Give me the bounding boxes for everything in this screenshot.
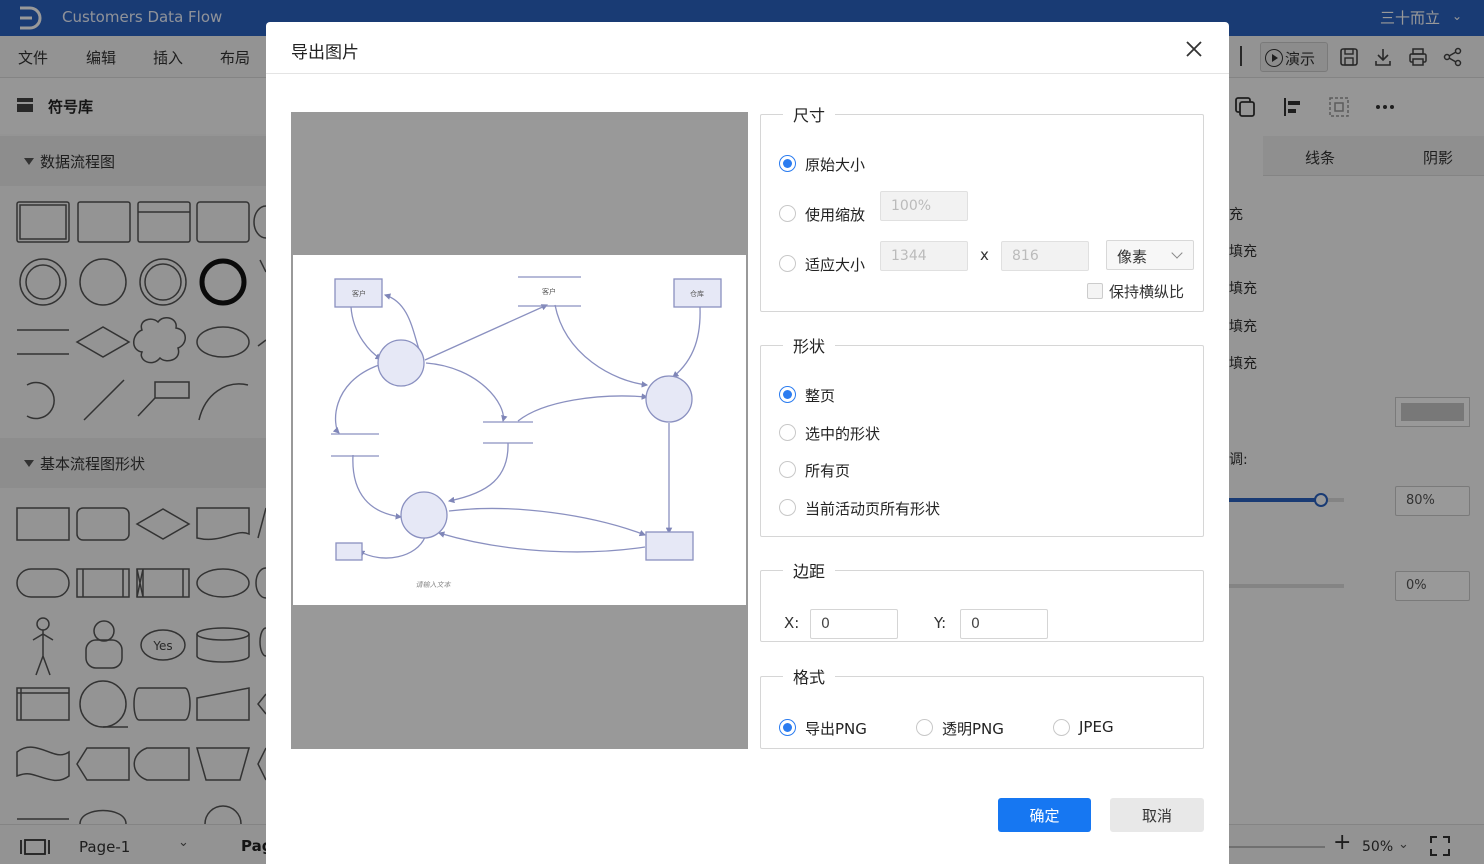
size-section: 尺寸 原始大小 使用缩放 100% 适应大小 1344 x 816 像素 保持横… [760,102,1204,312]
confirm-button[interactable]: 确定 [998,798,1091,832]
radio-active-page-shapes[interactable] [779,499,796,516]
radio-original-size[interactable] [779,155,796,172]
radio-use-scale[interactable] [779,205,796,222]
shape-section: 形状 整页 选中的形状 所有页 当前活动页所有形状 [760,333,1204,537]
radio-transparent-png[interactable] [916,719,933,736]
radio-fit-size[interactable] [779,255,796,272]
option-label: 原始大小 [805,156,866,174]
option-label: 当前活动页所有形状 [805,500,941,518]
radio-selected-shapes[interactable] [779,424,796,441]
option-label: 适应大小 [805,256,866,274]
preview-caption: 请输入文本 [416,581,452,589]
preview-diagram: 客户 客户 仓库 请输入文本 [331,276,722,589]
dialog-title: 导出图片 [291,43,359,63]
scale-input[interactable]: 100% [880,191,968,221]
shape-legend: 形状 [793,337,826,356]
option-label: 选中的形状 [805,425,881,443]
preview-entity-label: 客户 [352,289,366,298]
export-image-dialog: 导出图片 客户 客户 仓库 请输入文本 尺寸 原始大小 使用缩放 100% 适应… [266,22,1229,864]
size-legend: 尺寸 [793,106,826,125]
preview-page: 客户 客户 仓库 请输入文本 [293,255,746,605]
keep-ratio-checkbox[interactable] [1087,283,1103,299]
cancel-button[interactable]: 取消 [1110,798,1204,832]
format-section: 格式 导出PNG 透明PNG JPEG [760,664,1204,749]
height-input[interactable]: 816 [1001,241,1089,271]
option-label: 整页 [805,387,836,405]
margin-x-label: X: [784,614,800,632]
option-label: 透明PNG [942,720,1004,738]
preview-entity-label: 仓库 [690,289,704,298]
margin-x-input[interactable]: 0 [810,609,898,639]
times-label: x [980,246,989,264]
margin-y-input[interactable]: 0 [960,609,1048,639]
margin-section: 边距 X: 0 Y: 0 [760,558,1204,642]
unit-value: 像素 [1117,248,1148,266]
radio-all-pages[interactable] [779,461,796,478]
preview-store-label: 客户 [542,287,556,296]
option-label: 导出PNG [805,720,867,738]
margin-legend: 边距 [793,562,826,581]
radio-jpeg[interactable] [1053,719,1070,736]
option-label: 使用缩放 [805,206,866,224]
radio-png[interactable] [779,719,796,736]
close-icon[interactable] [1184,39,1204,59]
keep-ratio-label: 保持横纵比 [1109,283,1185,301]
dialog-header: 导出图片 [266,22,1229,74]
margin-y-label: Y: [934,614,947,632]
unit-select[interactable]: 像素 [1106,240,1194,270]
radio-whole-page[interactable] [779,386,796,403]
chevron-down-icon [1171,247,1183,259]
width-input[interactable]: 1344 [880,241,968,271]
format-legend: 格式 [793,668,826,687]
option-label: 所有页 [805,462,851,480]
export-preview: 客户 客户 仓库 请输入文本 [291,112,748,749]
option-label: JPEG [1079,718,1114,736]
